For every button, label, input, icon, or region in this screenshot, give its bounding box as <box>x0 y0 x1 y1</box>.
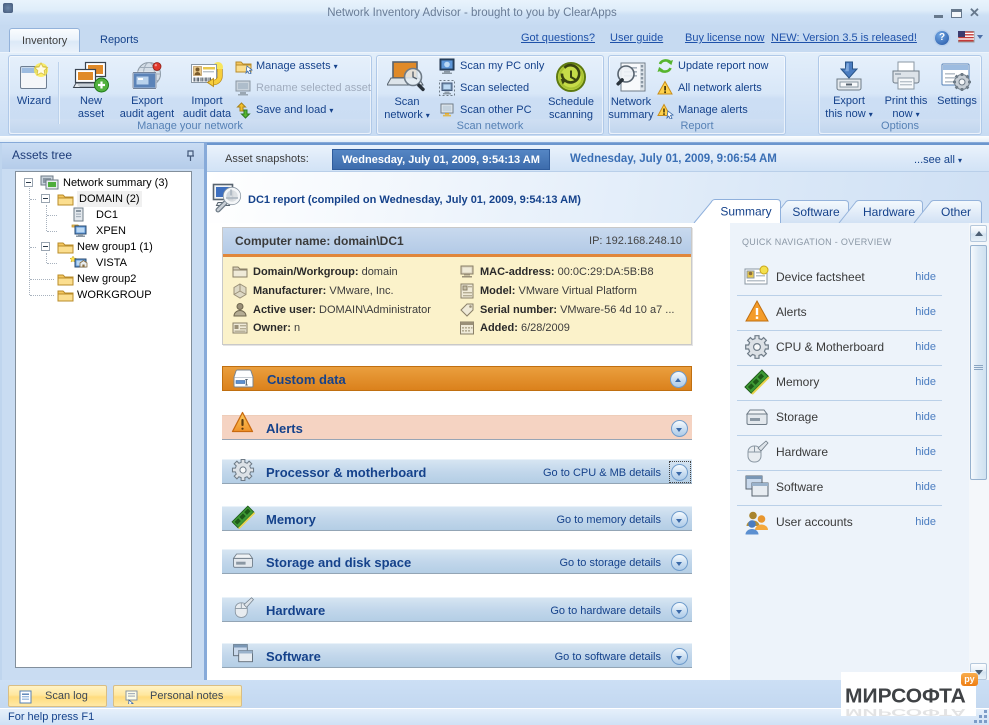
svg-text:Hardware: Hardware <box>863 205 915 219</box>
svg-text:Software: Software <box>792 205 840 219</box>
svg-text:Summary: Summary <box>720 205 771 219</box>
svg-text:Other: Other <box>941 205 971 219</box>
